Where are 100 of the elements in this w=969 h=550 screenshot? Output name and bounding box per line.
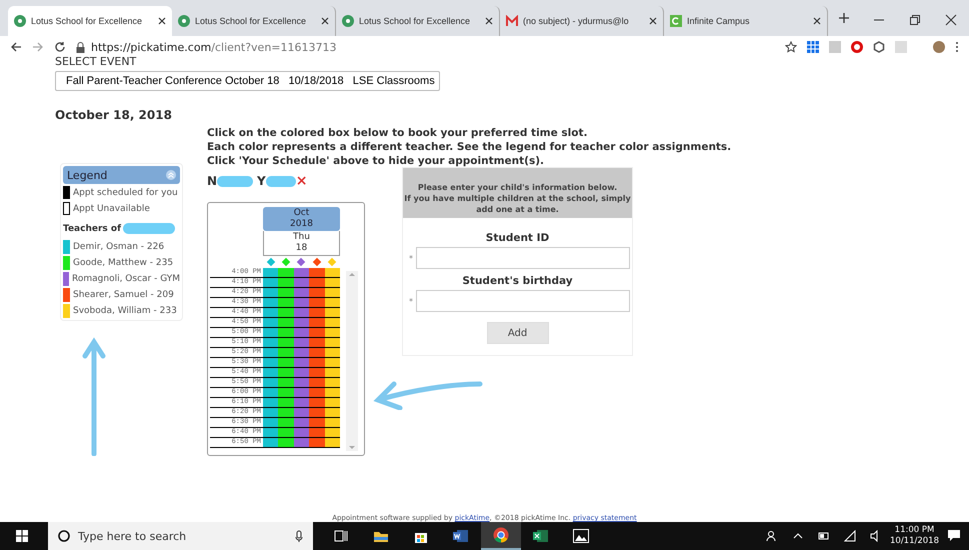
remove-student-button[interactable]: ×	[296, 173, 308, 189]
people-icon[interactable]	[766, 530, 778, 542]
grid-icon[interactable]	[807, 41, 819, 53]
time-slot[interactable]	[294, 398, 310, 407]
scroll-down-icon[interactable]	[349, 445, 355, 451]
input-field[interactable]	[416, 247, 630, 269]
browser-tab[interactable]: Lotus School for Excellence	[8, 6, 172, 36]
time-slot[interactable]	[263, 268, 278, 277]
time-slot[interactable]	[324, 428, 340, 437]
more-icon[interactable]	[955, 41, 959, 53]
time-slot[interactable]	[263, 418, 278, 427]
time-slot[interactable]	[294, 348, 310, 357]
time-slot[interactable]	[263, 398, 278, 407]
time-slot[interactable]	[324, 378, 340, 387]
time-slot[interactable]	[324, 348, 340, 357]
image-icon[interactable]	[573, 529, 589, 543]
taskbar-search-field[interactable]: Type here to search	[48, 522, 313, 550]
time-slot[interactable]	[294, 438, 310, 447]
time-slot[interactable]	[294, 428, 310, 437]
time-slot[interactable]	[324, 388, 340, 397]
hexagon-icon[interactable]	[873, 41, 885, 53]
time-slot[interactable]	[263, 358, 278, 367]
round-browser-icon[interactable]	[493, 527, 509, 543]
time-slot[interactable]	[294, 318, 310, 327]
time-slot[interactable]	[263, 408, 278, 417]
close-icon[interactable]	[321, 17, 329, 25]
time-slot[interactable]	[294, 378, 310, 387]
back-arrow-icon[interactable]	[10, 41, 22, 53]
notification-icon[interactable]	[947, 528, 961, 542]
clock-date[interactable]: 10/11/2018	[890, 536, 939, 547]
time-slot[interactable]	[294, 388, 310, 397]
time-slot[interactable]	[324, 298, 340, 307]
time-slot[interactable]	[324, 308, 340, 317]
time-slot[interactable]	[294, 278, 310, 287]
windows-logo-icon[interactable]	[16, 530, 28, 542]
taskbar-app[interactable]	[481, 522, 521, 550]
time-slot[interactable]	[324, 288, 340, 297]
time-slot[interactable]	[294, 328, 310, 337]
battery-icon[interactable]	[818, 530, 830, 542]
input-field[interactable]	[416, 290, 630, 312]
time-slot[interactable]	[324, 268, 340, 277]
time-slot[interactable]	[294, 268, 310, 277]
star-icon[interactable]	[785, 41, 797, 53]
avatar-icon[interactable]	[933, 41, 945, 53]
time-slot[interactable]	[324, 368, 340, 377]
time-slot[interactable]	[294, 308, 310, 317]
time-slot[interactable]	[294, 358, 310, 367]
time-slot[interactable]	[324, 338, 340, 347]
time-slot[interactable]	[324, 318, 340, 327]
address-bar[interactable]: https://pickatime.com/client?ven=11613713	[91, 40, 336, 54]
time-slot[interactable]	[294, 298, 310, 307]
time-slot[interactable]	[263, 298, 278, 307]
time-slot[interactable]	[263, 438, 278, 447]
time-slot[interactable]	[324, 408, 340, 417]
close-icon[interactable]	[945, 14, 957, 26]
time-slot[interactable]	[324, 398, 340, 407]
reload-icon[interactable]	[54, 41, 66, 53]
time-slot[interactable]	[324, 358, 340, 367]
collapse-icon[interactable]	[166, 170, 176, 180]
legend-header[interactable]: Legend	[63, 166, 180, 184]
forward-arrow-icon[interactable]	[32, 41, 44, 53]
folder-icon[interactable]	[373, 529, 389, 543]
time-slot[interactable]	[263, 308, 278, 317]
restore-icon[interactable]	[909, 14, 921, 26]
time-slot[interactable]	[263, 288, 278, 297]
time-slot[interactable]	[294, 418, 310, 427]
time-slot[interactable]	[324, 418, 340, 427]
time-slot[interactable]	[294, 288, 310, 297]
time-slot[interactable]	[263, 338, 278, 347]
time-slot[interactable]	[263, 378, 278, 387]
time-slot[interactable]	[294, 338, 310, 347]
event-dropdown[interactable]: Fall Parent-Teacher Conference October 18 10/18/2018 LSE Classrooms	[55, 71, 440, 91]
time-slot[interactable]	[294, 408, 310, 417]
word-document-icon[interactable]	[453, 529, 469, 543]
close-icon[interactable]	[485, 17, 493, 25]
time-slot[interactable]	[324, 438, 340, 447]
task-view-icon[interactable]	[334, 529, 348, 543]
time-slot[interactable]	[294, 368, 310, 377]
wifi-icon[interactable]	[844, 530, 856, 542]
time-slot[interactable]	[263, 428, 278, 437]
time-slot[interactable]	[263, 328, 278, 337]
scroll-up-icon[interactable]	[349, 271, 355, 277]
plus-icon[interactable]	[838, 12, 850, 24]
close-icon[interactable]	[649, 17, 657, 25]
clock-time[interactable]: 11:00 PM	[890, 525, 939, 536]
spreadsheet-icon[interactable]	[533, 529, 549, 543]
time-slot[interactable]	[263, 368, 278, 377]
close-icon[interactable]	[158, 17, 166, 25]
time-slot[interactable]	[263, 278, 278, 287]
time-slot[interactable]	[263, 318, 278, 327]
time-slot[interactable]	[263, 388, 278, 397]
time-slot[interactable]	[324, 328, 340, 337]
mail-m-icon	[506, 15, 518, 27]
circle-icon	[58, 530, 70, 542]
scrollbar[interactable]	[346, 271, 358, 451]
time-slot[interactable]	[324, 278, 340, 287]
time-slot[interactable]	[263, 348, 278, 357]
ring-icon[interactable]	[851, 41, 863, 53]
close-icon[interactable]	[813, 17, 821, 25]
add-button[interactable]: Add	[486, 322, 548, 344]
